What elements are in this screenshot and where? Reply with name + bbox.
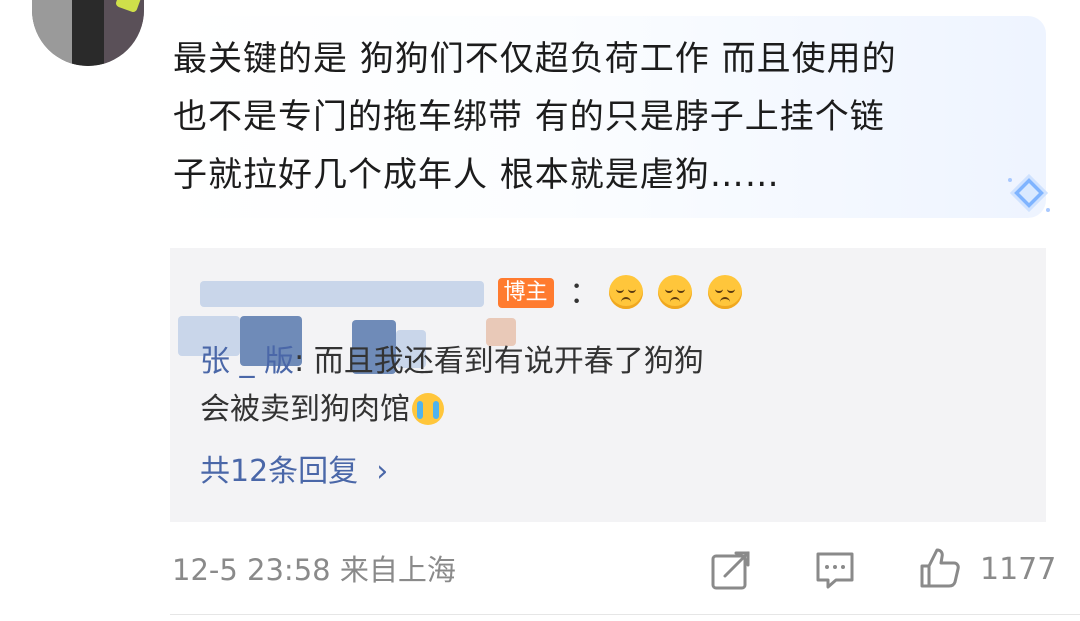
like-icon[interactable] (918, 546, 962, 590)
comment-bubble: 最关键的是 狗狗们不仅超负荷工作 而且使用的 也不是专门的拖车绑带 有的只是脖子… (160, 16, 1046, 218)
chevron-right-icon: › (376, 454, 389, 489)
reply-text: 会被卖到狗肉馆 (200, 392, 410, 427)
comment-text: 最关键的是 狗狗们不仅超负荷工作 而且使用的 也不是专门的拖车绑带 有的只是脖子… (173, 39, 897, 195)
crying-face-icon (412, 393, 444, 425)
reply-separator: ： (569, 276, 600, 311)
smiley-sad-icon (608, 275, 643, 309)
owner-badge: 博主 (497, 278, 554, 308)
divider (170, 614, 1080, 615)
comment-meta: 12-5 23:58 来自上海 (172, 553, 456, 587)
smiley-sad-icon (658, 275, 693, 309)
share-icon[interactable] (710, 549, 752, 591)
more-replies-link[interactable]: 共12条回复 › (200, 448, 388, 496)
avatar-part (72, 0, 104, 66)
redacted-username (200, 281, 484, 307)
avatar-part (32, 0, 72, 66)
like-count: 1177 (980, 552, 1057, 587)
reply-item[interactable]: 张 _ 版: 而且我还看到有说开春了狗狗 (200, 338, 704, 386)
avatar[interactable] (32, 0, 144, 66)
comment-icon[interactable] (814, 549, 856, 591)
reply-username[interactable]: 张 _ 版 (200, 344, 294, 379)
reply-text: : 而且我还看到有说开春了狗狗 (294, 344, 704, 379)
reply-item-continued: 会被卖到狗肉馆 (200, 386, 444, 434)
smiley-sad-icon (707, 275, 742, 309)
reply-item[interactable]: 博主 ： (200, 270, 748, 318)
diamond-icon (1008, 173, 1050, 213)
more-replies-label: 共12条回复 (200, 454, 359, 489)
avatar-part (104, 0, 144, 66)
